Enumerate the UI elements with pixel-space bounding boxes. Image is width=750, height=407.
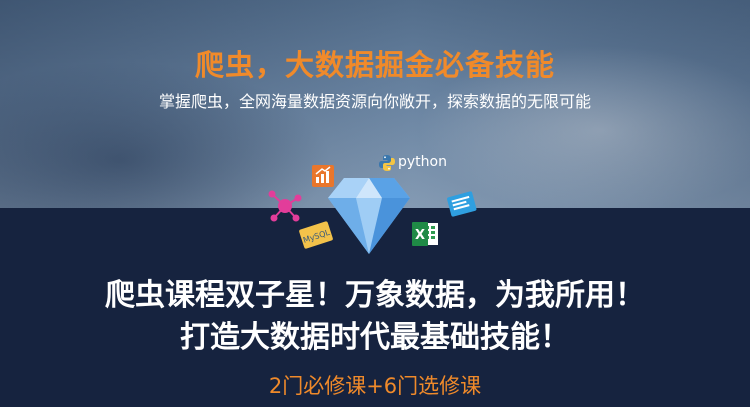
banner-title: 爬虫，大数据掘金必备技能 xyxy=(194,48,555,82)
network-node-icon xyxy=(268,190,302,222)
python-logo-icon xyxy=(379,155,395,171)
headline-line-1: 爬虫课程双子星！万象数据，为我所用！ xyxy=(105,278,645,313)
svg-text:X: X xyxy=(415,228,425,243)
diamond-icon xyxy=(328,178,410,254)
headline-line-2: 打造大数据时代最基础技能！ xyxy=(180,320,570,355)
excel-icon: X xyxy=(412,222,438,246)
banner-subtitle: 掌握爬虫，全网海量数据资源向你敞开，探索数据的无限可能 xyxy=(158,92,591,111)
document-screen-icon xyxy=(447,191,477,217)
python-label: python xyxy=(398,154,447,170)
promo-banner: 爬虫，大数据掘金必备技能 掌握爬虫，全网海量数据资源向你敞开，探索数据的无限可能… xyxy=(0,0,750,407)
course-count: 2门必修课+6门选修课 xyxy=(268,374,482,398)
